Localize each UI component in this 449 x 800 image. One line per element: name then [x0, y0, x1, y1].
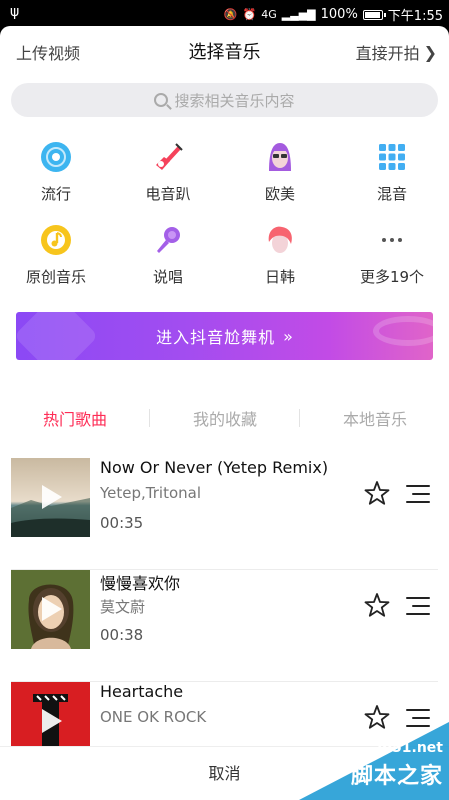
song-title: Heartache	[100, 682, 184, 701]
music-picker-sheet: 上传视频 选择音乐 直接开拍 ❯ 搜索相关音乐内容 流行 电音趴 欧美 混音 原…	[0, 26, 449, 800]
playlist-menu-icon[interactable]	[406, 595, 430, 617]
category-more[interactable]: 更多19个	[342, 224, 442, 287]
category-label: 日韩	[264, 268, 295, 286]
category-western[interactable]: 欧美	[230, 141, 330, 204]
category-edm[interactable]: 电音趴	[118, 141, 218, 204]
banner-decoration	[16, 312, 99, 360]
music-tabs: 热门歌曲 我的收藏 本地音乐	[0, 406, 449, 434]
category-jpkr[interactable]: 日韩	[230, 224, 330, 287]
playlist-menu-icon[interactable]	[406, 483, 430, 505]
boy-face-icon	[264, 224, 296, 256]
header: 上传视频 选择音乐 直接开拍 ❯	[0, 26, 449, 76]
alarm-icon: ⏰	[242, 8, 257, 21]
chevron-right-icon: ❯	[423, 42, 437, 62]
girl-face-icon	[264, 141, 296, 173]
list-item[interactable]: 慢慢喜欢你 莫文蔚 00:38	[0, 570, 449, 682]
watermark: jb51.net 脚本之家	[289, 720, 449, 800]
banner-decoration	[373, 316, 433, 346]
category-remix[interactable]: 混音	[342, 141, 442, 204]
star-icon[interactable]	[364, 592, 390, 618]
category-label: 原创音乐	[25, 268, 86, 286]
category-label: 电音趴	[145, 185, 191, 203]
play-icon	[42, 709, 62, 733]
search-icon	[154, 93, 169, 107]
album-cover[interactable]	[11, 458, 90, 537]
clock: 下午1:55	[387, 9, 443, 24]
watermark-name: 脚本之家	[350, 764, 443, 789]
start-shooting-button[interactable]: 直接开拍 ❯	[356, 40, 437, 64]
play-icon	[42, 485, 62, 509]
tab-local-music[interactable]: 本地音乐	[300, 406, 449, 430]
more-dots-icon	[376, 224, 408, 256]
category-label: 更多19个	[359, 268, 425, 286]
tab-favorites[interactable]: 我的收藏	[150, 406, 300, 430]
dance-machine-banner[interactable]: 进入抖音尬舞机 »	[16, 312, 433, 360]
star-icon[interactable]	[364, 480, 390, 506]
category-pop[interactable]: 流行	[6, 141, 106, 204]
song-duration: 00:35	[100, 514, 144, 532]
search-placeholder: 搜索相关音乐内容	[174, 91, 295, 110]
song-duration: 00:38	[100, 626, 144, 644]
album-cover[interactable]	[11, 570, 90, 649]
category-label: 流行	[40, 185, 71, 203]
music-note-icon	[40, 224, 72, 256]
mute-icon: 🔕	[223, 8, 238, 21]
signal-icon: ▂▃▅▇	[281, 8, 316, 21]
search-input[interactable]: 搜索相关音乐内容	[11, 83, 438, 117]
play-icon	[42, 597, 62, 621]
double-chevron-icon: »	[283, 326, 293, 346]
battery-percent: 100%	[320, 7, 358, 22]
song-title: 慢慢喜欢你	[100, 574, 181, 593]
network-type: 4G	[261, 8, 277, 21]
usb-icon: ψ	[10, 4, 20, 20]
tab-hot-songs[interactable]: 热门歌曲	[0, 406, 150, 430]
microphone-icon	[152, 224, 184, 256]
category-rap[interactable]: 说唱	[118, 224, 218, 287]
song-artist: Yetep,Tritonal	[100, 484, 202, 502]
watermark-url: jb51.net	[377, 740, 443, 756]
disc-icon	[40, 141, 72, 173]
category-label: 欧美	[264, 185, 295, 203]
banner-label: 进入抖音尬舞机	[156, 328, 276, 347]
list-item[interactable]: Now Or Never (Yetep Remix) Yetep,Tritona…	[0, 458, 449, 570]
song-artist: 莫文蔚	[100, 598, 146, 616]
song-title: Now Or Never (Yetep Remix)	[100, 458, 329, 477]
song-artist: ONE OK ROCK	[100, 708, 207, 726]
guitar-icon	[152, 141, 184, 173]
grid-icon	[376, 141, 408, 173]
status-bar: ψ 🔕 ⏰ 4G ▂▃▅▇ 100% 下午1:55	[0, 0, 449, 26]
category-label: 混音	[376, 185, 407, 203]
category-original[interactable]: 原创音乐	[6, 224, 106, 287]
battery-icon	[362, 9, 386, 20]
category-label: 说唱	[152, 268, 183, 286]
start-shooting-label: 直接开拍	[355, 44, 420, 63]
status-icons: 🔕 ⏰ 4G ▂▃▅▇ 100% 下午1:55	[224, 5, 443, 24]
